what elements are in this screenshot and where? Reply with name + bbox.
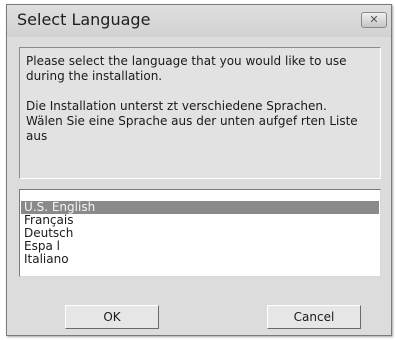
cancel-button[interactable]: Cancel: [267, 305, 361, 329]
dialog-title: Select Language: [17, 10, 151, 29]
instruction-text-german-1: Die Installation unterst­ zt verschieden…: [26, 99, 327, 113]
close-button[interactable]: ✕: [361, 12, 387, 28]
instruction-text-english: Please select the language that you woul…: [26, 54, 351, 83]
ok-button[interactable]: OK: [65, 305, 159, 329]
title-bar[interactable]: Select Language ✕: [7, 5, 391, 37]
close-icon: ✕: [369, 13, 379, 26]
list-item-italiano[interactable]: Italiano: [21, 253, 379, 266]
select-language-dialog: Select Language ✕ Please select the lang…: [6, 4, 392, 336]
message-panel: Please select the language that you woul…: [19, 47, 381, 179]
instruction-text-german-2: Wälen Sie eine Sprache aus der unten au…: [26, 114, 362, 143]
list-item-deutsch[interactable]: Deutsch: [21, 227, 379, 240]
list-item-espanol[interactable]: Espa l: [21, 240, 379, 253]
list-item-francais[interactable]: Français: [21, 214, 379, 227]
list-item-us-english[interactable]: U.S. English: [21, 201, 379, 214]
language-list[interactable]: U.S. English Français Deutsch Espa l Ita…: [19, 189, 381, 277]
